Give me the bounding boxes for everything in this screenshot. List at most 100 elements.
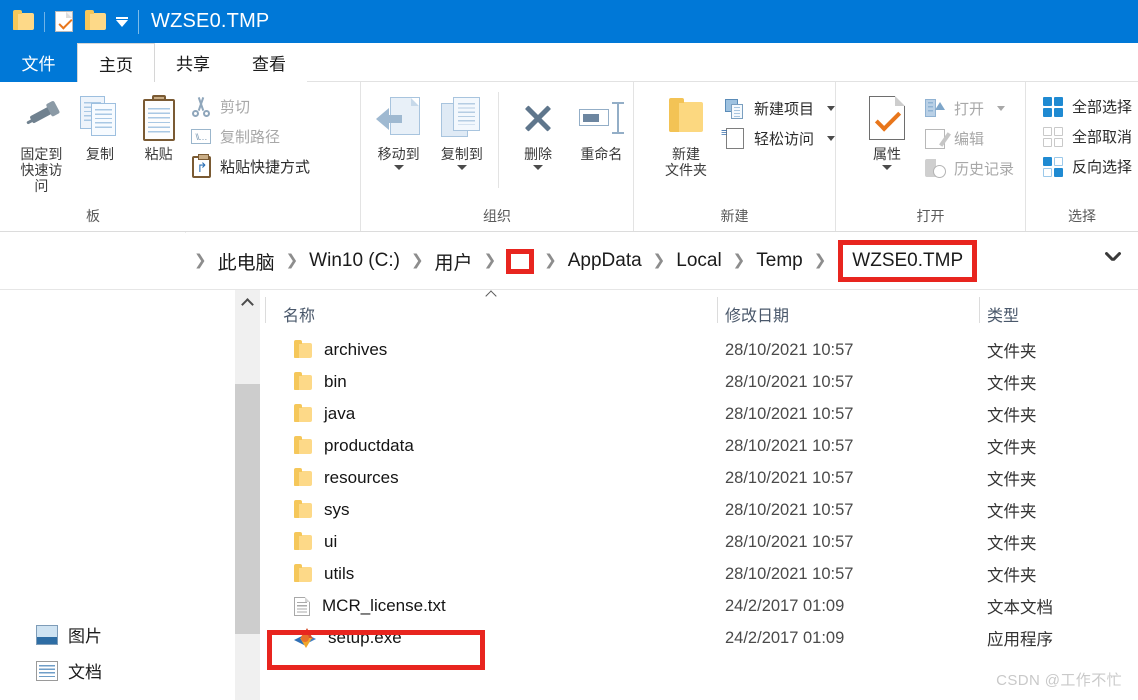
address-chevron-down-icon[interactable] — [1105, 253, 1120, 268]
cut-button[interactable]: 剪切 — [190, 96, 310, 117]
new-item-label: 新建项目 — [753, 101, 814, 118]
invert-selection-button[interactable]: 反向选择 — [1042, 156, 1132, 177]
nav-item-pictures[interactable]: 图片 — [36, 622, 102, 647]
copy-to-button[interactable]: 复制到 — [430, 92, 493, 171]
easy-access-chevron-down-icon[interactable] — [827, 136, 835, 141]
table-row[interactable]: ui 28/10/2021 10:57 文件夹 — [265, 526, 1138, 558]
move-to-label: 移动到 — [377, 146, 420, 162]
move-to-chevron-down-icon[interactable] — [393, 165, 404, 171]
tab-strip-filler — [307, 43, 1138, 82]
file-name-cell[interactable]: productdata — [294, 435, 414, 456]
copy-button[interactable]: 复制 — [73, 92, 128, 162]
table-row[interactable]: archives 28/10/2021 10:57 文件夹 — [265, 334, 1138, 366]
delete-chevron-down-icon[interactable] — [533, 165, 544, 171]
vertical-scrollbar[interactable] — [235, 290, 260, 700]
table-row[interactable]: utils 28/10/2021 10:57 文件夹 — [265, 558, 1138, 590]
file-name-cell[interactable]: java — [294, 403, 355, 424]
cut-label: 剪切 — [220, 99, 251, 116]
table-row[interactable]: resources 28/10/2021 10:57 文件夹 — [265, 462, 1138, 494]
breadcrumb-username-redacted[interactable] — [506, 248, 535, 274]
open-button[interactable]: 打开 — [924, 98, 1014, 119]
table-row[interactable]: java 28/10/2021 10:57 文件夹 — [265, 398, 1138, 430]
move-to-button[interactable]: 移动到 — [367, 92, 430, 171]
rename-button[interactable]: 重命名 — [570, 92, 633, 162]
copy-to-icon — [439, 92, 485, 144]
type-cell: 文件夹 — [987, 567, 1037, 585]
ribbon-tab-strip: 文件 主页 共享 查看 — [0, 43, 1138, 82]
properties-button[interactable]: 属性 — [850, 92, 924, 171]
file-name-cell[interactable]: sys — [294, 499, 350, 520]
new-folder-icon[interactable] — [85, 10, 106, 30]
quick-access-chevron-down-icon[interactable] — [116, 17, 128, 27]
breadcrumb-this-pc[interactable]: 此电脑 — [215, 246, 278, 277]
properties-check-icon[interactable] — [55, 11, 73, 32]
nav-item-documents[interactable]: 文档 — [36, 658, 102, 683]
select-all-label: 全部选择 — [1072, 99, 1133, 116]
file-name-cell[interactable]: resources — [294, 467, 399, 488]
paste-shortcut-button[interactable]: 粘贴快捷方式 — [190, 153, 310, 178]
type-cell: 文件夹 — [987, 375, 1037, 393]
ribbon-group-select-label: 选择 — [1068, 208, 1096, 224]
properties-chevron-down-icon[interactable] — [882, 165, 892, 171]
paste-button[interactable]: 粘贴 — [131, 92, 186, 162]
pin-to-quick-access-button[interactable]: 固定到快速访问 — [14, 92, 69, 194]
breadcrumb-win10-c[interactable]: Win10 (C:) — [306, 248, 403, 274]
history-button[interactable]: 历史记录 — [924, 158, 1014, 179]
breadcrumb-users[interactable]: 用户 — [432, 246, 476, 277]
properties-icon — [869, 92, 905, 144]
new-folder-button[interactable]: 新建 文件夹 — [648, 92, 724, 178]
column-divider[interactable] — [979, 297, 980, 323]
new-item-chevron-down-icon[interactable] — [827, 106, 835, 111]
ribbon-group-new-label: 新建 — [720, 208, 749, 224]
file-name-cell[interactable]: utils — [294, 563, 354, 584]
new-item-button[interactable]: 新建项目 — [724, 98, 835, 119]
file-name-cell[interactable]: MCR_license.txt — [294, 596, 446, 616]
open-chevron-down-icon[interactable] — [997, 106, 1006, 111]
table-row[interactable]: sys 28/10/2021 10:57 文件夹 — [265, 494, 1138, 526]
type-cell: 文本文档 — [987, 599, 1053, 617]
column-header-name[interactable]: 名称 — [283, 302, 315, 326]
column-header-date-modified[interactable]: 修改日期 — [725, 302, 789, 326]
file-name-cell[interactable]: bin — [294, 371, 347, 392]
breadcrumb-wzse0-tmp[interactable]: WZSE0.TMP — [838, 240, 978, 282]
select-all-button[interactable]: 全部选择 — [1042, 96, 1132, 117]
copy-path-button[interactable]: \\… 复制路径 — [190, 126, 310, 147]
ribbon-group-clipboard-label: 板 — [86, 208, 100, 224]
address-bar[interactable]: ❯ 此电脑 ❯ Win10 (C:) ❯ 用户 ❯ ❯ AppData ❯ Lo… — [176, 237, 1138, 285]
table-row[interactable]: MCR_license.txt 24/2/2017 01:09 文本文档 — [265, 590, 1138, 622]
copy-to-chevron-down-icon[interactable] — [456, 165, 467, 171]
edit-button[interactable]: 编辑 — [924, 128, 1014, 149]
delete-button[interactable]: 删除 — [506, 92, 569, 171]
breadcrumb-temp[interactable]: Temp — [753, 248, 805, 274]
table-row[interactable]: setup.exe 24/2/2017 01:09 应用程序 — [265, 622, 1138, 654]
file-name-label: productdata — [324, 436, 414, 455]
tab-home[interactable]: 主页 — [77, 43, 155, 82]
table-row[interactable]: bin 28/10/2021 10:57 文件夹 — [265, 366, 1138, 398]
breadcrumb-separator: ❯ — [732, 252, 746, 269]
easy-access-button[interactable]: 轻松访问 — [721, 127, 835, 149]
select-none-button[interactable]: 全部取消 — [1042, 126, 1132, 147]
tab-share[interactable]: 共享 — [155, 43, 231, 82]
tab-view[interactable]: 查看 — [231, 43, 307, 82]
address-bar-zone: ❯ 此电脑 ❯ Win10 (C:) ❯ 用户 ❯ ❯ AppData ❯ Lo… — [0, 233, 1138, 290]
breadcrumb-appdata[interactable]: AppData — [565, 248, 645, 274]
file-name-cell[interactable]: setup.exe — [294, 628, 402, 648]
column-divider[interactable] — [265, 297, 266, 323]
column-header-type[interactable]: 类型 — [987, 302, 1019, 326]
date-modified-cell: 28/10/2021 10:57 — [725, 468, 854, 487]
copy-label: 复制 — [86, 146, 114, 162]
tab-file[interactable]: 文件 — [0, 43, 77, 82]
breadcrumb-local[interactable]: Local — [673, 248, 724, 274]
matlab-icon — [294, 628, 316, 648]
scroll-up-button[interactable] — [235, 290, 260, 314]
column-divider[interactable] — [717, 297, 718, 323]
scrollbar-thumb[interactable] — [235, 384, 260, 634]
file-name-cell[interactable]: ui — [294, 531, 337, 552]
file-name-label: resources — [324, 468, 399, 487]
folder-icon[interactable] — [13, 10, 34, 30]
table-row[interactable]: productdata 28/10/2021 10:57 文件夹 — [265, 430, 1138, 462]
type-cell: 文件夹 — [987, 407, 1037, 425]
invert-selection-icon — [1042, 156, 1064, 177]
pin-to-quick-access-label: 固定到快速访问 — [20, 146, 63, 195]
file-name-cell[interactable]: archives — [294, 339, 387, 360]
